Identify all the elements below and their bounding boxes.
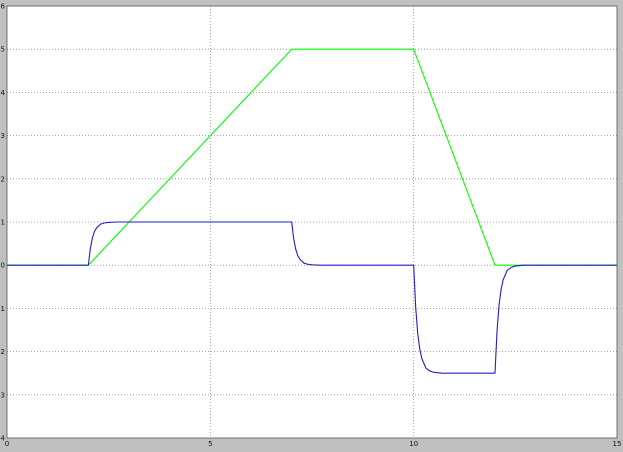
x-tick-label: 0 xyxy=(5,440,9,448)
y-tick-label: 6 xyxy=(1,3,6,11)
y-tick-label: -2 xyxy=(0,348,5,356)
y-tick-label: 2 xyxy=(1,175,5,183)
scope-window: 0 5 10 15 -4 -3 -2 -1 0 1 2 3 4 5 6 xyxy=(0,0,623,452)
line-chart: 0 5 10 15 -4 -3 -2 -1 0 1 2 3 4 5 6 xyxy=(0,3,622,449)
x-tick-label: 15 xyxy=(613,440,622,448)
plot-area xyxy=(7,6,617,438)
y-tick-label: 5 xyxy=(1,46,5,54)
y-tick-label: 4 xyxy=(1,89,6,97)
y-tick-label: 1 xyxy=(1,219,5,227)
x-tick-label: 10 xyxy=(409,440,418,448)
y-tick-label: 3 xyxy=(1,132,5,140)
y-tick-label: 0 xyxy=(1,262,5,270)
y-tick-label: -3 xyxy=(0,391,5,399)
y-tick-label: -1 xyxy=(0,305,5,313)
x-tick-label: 5 xyxy=(208,440,212,448)
y-tick-label: -4 xyxy=(0,435,6,443)
